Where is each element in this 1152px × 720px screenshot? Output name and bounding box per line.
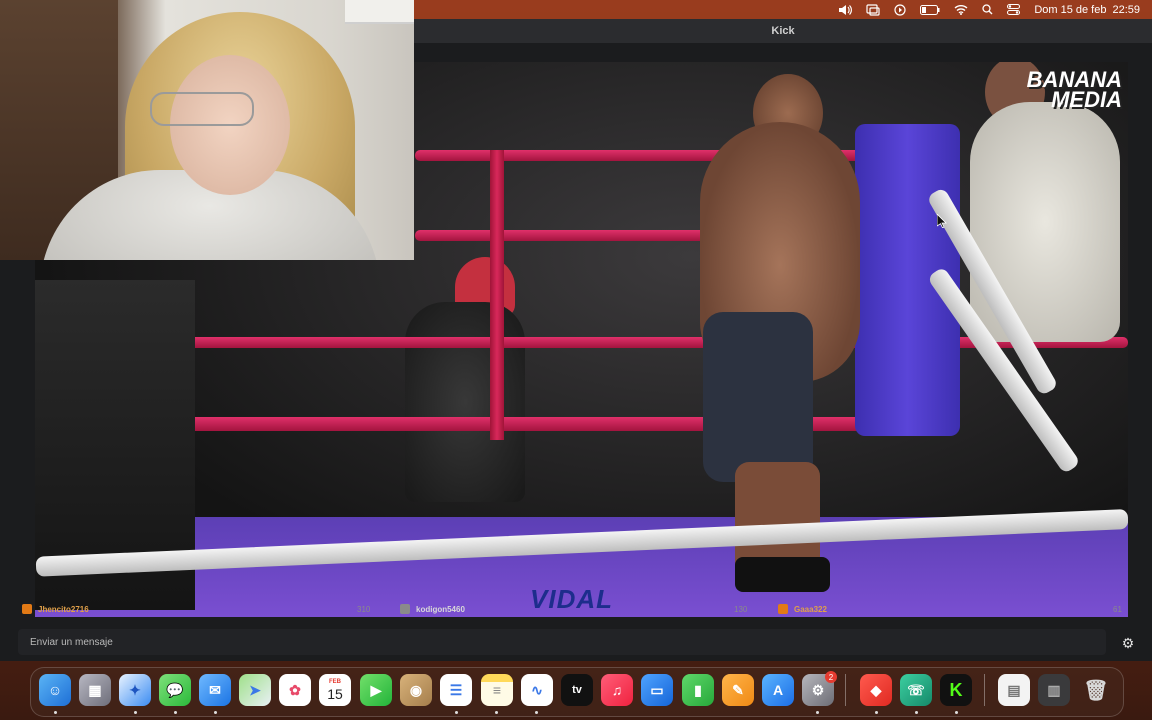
calendar-day: 15 — [327, 685, 343, 702]
running-indicator — [54, 711, 57, 714]
running-indicator — [455, 711, 458, 714]
supporter-count: 61 — [1113, 604, 1122, 614]
chat-input-container[interactable] — [18, 629, 1106, 655]
fighter-shoes — [735, 557, 830, 592]
control-center-icon[interactable] — [1007, 4, 1021, 15]
tv-icon[interactable]: tv — [561, 674, 593, 706]
webcam-overlay — [0, 0, 414, 260]
preview-document-icon[interactable]: ▤ — [998, 674, 1030, 706]
running-indicator — [495, 711, 498, 714]
app-store-icon[interactable]: A — [762, 674, 794, 706]
support-icon[interactable]: ☏ — [900, 674, 932, 706]
supporter-count: 310 — [357, 604, 371, 614]
supporter-name: Gaaa322 — [794, 604, 827, 614]
supporter-2[interactable]: kodigon5460 — [400, 604, 465, 614]
anydesk-icon[interactable]: ◆ — [860, 674, 892, 706]
trash-icon[interactable]: 🗑 — [1080, 674, 1112, 706]
screen-mirror-icon[interactable] — [866, 3, 880, 16]
messages-icon[interactable]: 💬 — [159, 674, 191, 706]
subscriber-badge-icon — [22, 604, 32, 614]
keynote-icon[interactable]: ▭ — [641, 674, 673, 706]
fighter-shorts — [703, 312, 813, 482]
webcam-air-conditioner — [345, 0, 414, 24]
menu-bar: Dom 15 de feb 22:59 — [414, 0, 1152, 19]
supporter-name: kodigon5460 — [416, 604, 465, 614]
moderator-badge-icon — [400, 604, 410, 614]
mouse-cursor-icon — [937, 214, 947, 228]
notification-badge: 2 — [825, 671, 837, 683]
ring-post — [490, 150, 504, 440]
sound-icon[interactable] — [838, 4, 853, 16]
menu-clock[interactable]: Dom 15 de feb 22:59 — [1034, 4, 1140, 16]
channel-logo-line2: MEDIA — [1051, 87, 1122, 112]
maps-icon[interactable]: ➤ — [239, 674, 271, 706]
kick-app-icon[interactable]: K — [940, 674, 972, 706]
facetime-icon[interactable]: ▶ — [360, 674, 392, 706]
running-indicator — [214, 711, 217, 714]
screenshot-folder-icon[interactable]: ▥ — [1038, 674, 1070, 706]
supporter-3[interactable]: Gaaa322 — [778, 604, 827, 614]
dock-separator — [845, 674, 846, 706]
running-indicator — [915, 711, 918, 714]
numbers-icon[interactable]: ▮ — [682, 674, 714, 706]
supporter-count: 130 — [734, 604, 748, 614]
mail-icon[interactable]: ✉ — [199, 674, 231, 706]
window-titlebar[interactable]: Kick — [414, 19, 1152, 43]
running-indicator — [816, 711, 819, 714]
launchpad-icon[interactable]: ▦ — [79, 674, 111, 706]
running-indicator — [174, 711, 177, 714]
contacts-icon[interactable]: ◉ — [400, 674, 432, 706]
chat-message-input[interactable] — [28, 635, 1106, 649]
photos-icon[interactable]: ✿ — [279, 674, 311, 706]
supporter-name: Jhencito2716 — [38, 604, 89, 614]
music-icon[interactable]: ♫ — [601, 674, 633, 706]
finder-icon[interactable]: ☺ — [39, 674, 71, 706]
ring-rope — [35, 337, 1128, 348]
freeform-icon[interactable]: ∿ — [521, 674, 553, 706]
menu-date: Dom 15 de feb — [1034, 3, 1107, 16]
running-indicator — [875, 711, 878, 714]
calendar-month: FEB — [329, 678, 341, 685]
pages-icon[interactable]: ✎ — [722, 674, 754, 706]
running-indicator — [134, 711, 137, 714]
wifi-icon[interactable] — [954, 4, 968, 15]
play-icon[interactable] — [894, 3, 906, 16]
running-indicator — [955, 711, 958, 714]
notes-icon[interactable]: ≡ — [481, 674, 513, 706]
dock-separator — [984, 674, 985, 706]
gear-icon[interactable]: ⚙ — [1120, 635, 1136, 651]
window-title: Kick — [771, 25, 795, 37]
calendar-icon[interactable]: FEB 15 — [319, 674, 351, 706]
running-indicator — [535, 711, 538, 714]
subscriber-badge-icon — [778, 604, 788, 614]
menu-time: 22:59 — [1112, 3, 1140, 16]
supporter-1[interactable]: Jhencito2716 — [22, 604, 89, 614]
corner-staff — [405, 302, 525, 502]
battery-icon[interactable] — [920, 4, 940, 15]
search-icon[interactable] — [982, 4, 993, 15]
webcam-person-glasses — [150, 92, 254, 126]
reminders-icon[interactable]: ☰ — [440, 674, 472, 706]
safari-icon[interactable]: ✦ — [119, 674, 151, 706]
channel-logo: BANANA MEDIA — [1027, 69, 1122, 112]
chat-top-supporters: Jhencito2716 310 kodigon5460 130 Gaaa322… — [0, 599, 1152, 619]
